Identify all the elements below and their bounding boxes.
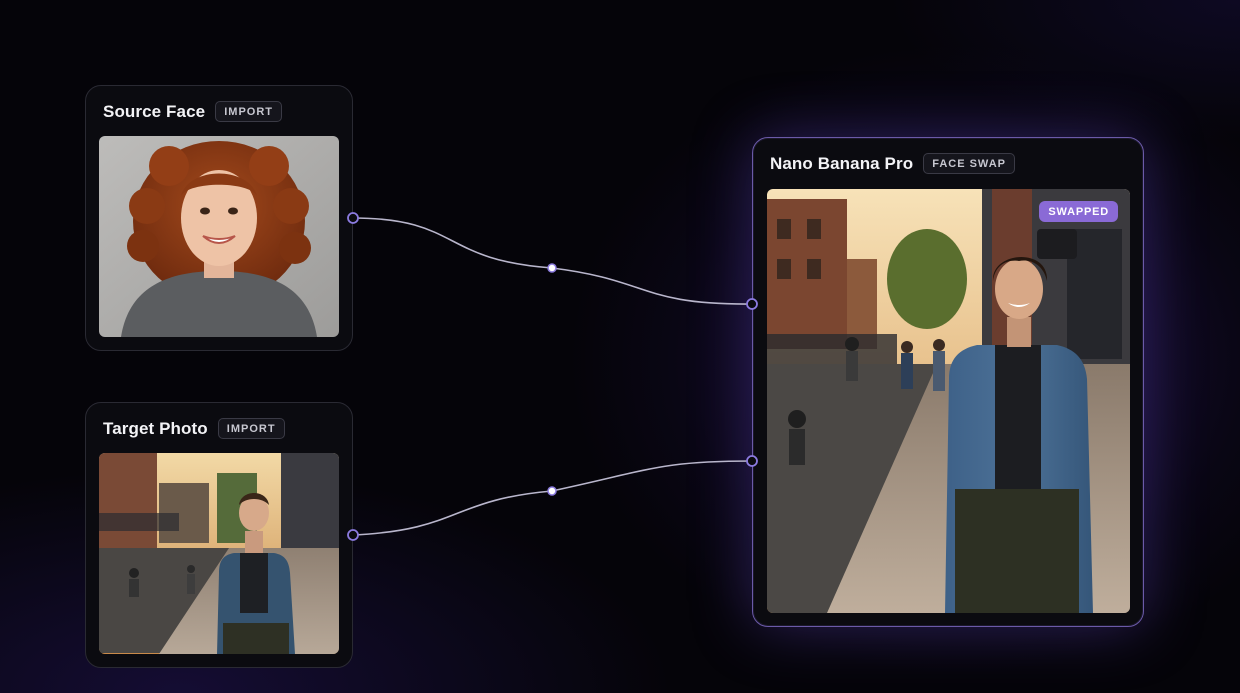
source-output-port[interactable]	[347, 212, 359, 224]
wire-midpoint-handle[interactable]	[547, 486, 557, 496]
wire-target-to-swap[interactable]	[352, 460, 753, 536]
swap-input-port-target[interactable]	[746, 455, 758, 467]
wire-source-to-swap[interactable]	[352, 217, 753, 305]
wire-midpoint-handle[interactable]	[547, 263, 557, 273]
swap-input-port-face[interactable]	[746, 298, 758, 310]
connections-layer	[347, 212, 758, 541]
target-output-port[interactable]	[347, 529, 359, 541]
